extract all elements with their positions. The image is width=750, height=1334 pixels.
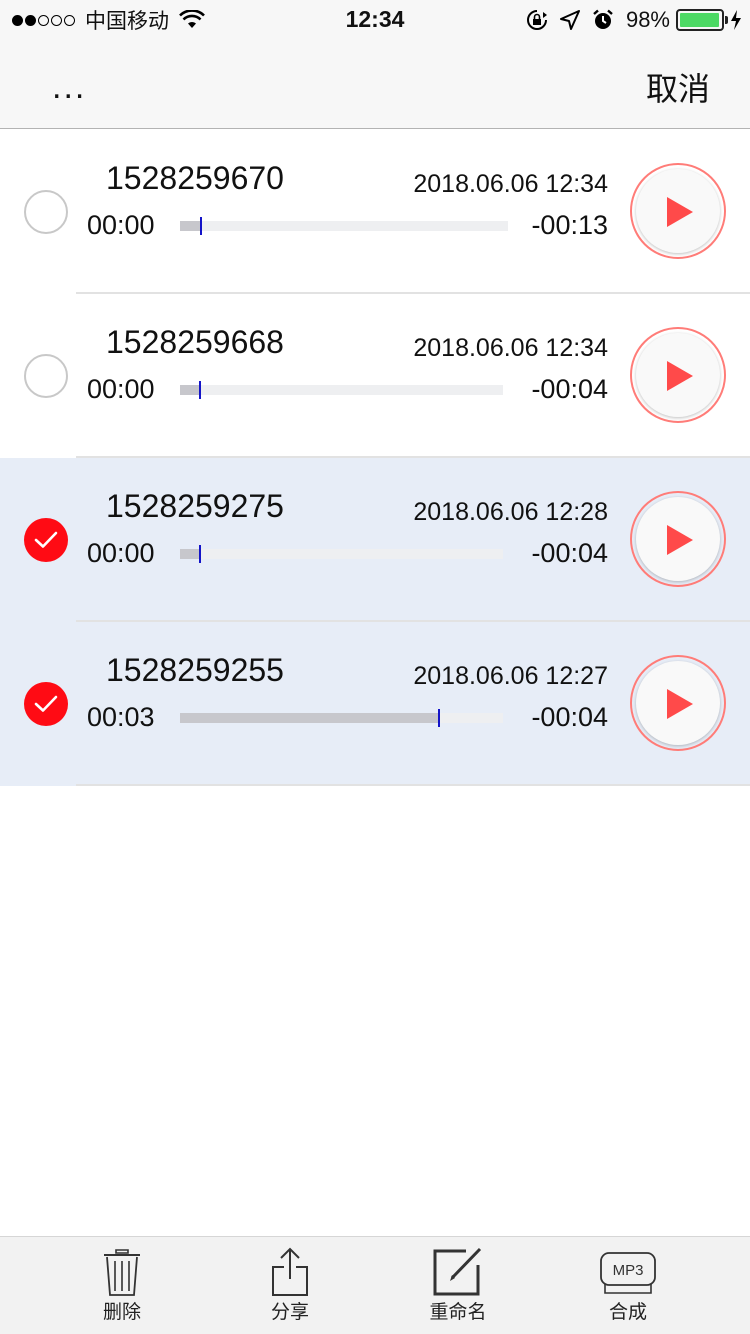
recording-row[interactable]: 1528259255 2018.06.06 12:27 00:03 -00:04 — [0, 622, 750, 786]
play-button[interactable] — [630, 655, 726, 751]
merge-label: 合成 — [608, 1301, 647, 1323]
recording-date: 2018.06.06 12:34 — [413, 170, 608, 198]
progress-slider[interactable] — [180, 381, 503, 399]
share-icon — [272, 1247, 308, 1296]
rename-label: 重命名 — [429, 1301, 487, 1323]
more-button[interactable]: ... — [52, 68, 86, 107]
rename-button[interactable]: 重命名 — [398, 1237, 518, 1334]
row-divider — [76, 784, 750, 786]
progress-knob[interactable] — [199, 545, 201, 563]
elapsed-time: 00:00 — [87, 210, 155, 240]
location-icon — [559, 10, 580, 30]
mp3-icon-text: MP3 — [613, 1262, 644, 1279]
play-icon — [667, 197, 693, 227]
action-toolbar: 删除 分享 重命名 MP3 合成 — [0, 1236, 750, 1334]
battery-percent: 98% — [625, 7, 670, 32]
recording-name: 1528259275 — [106, 488, 284, 524]
play-icon — [667, 361, 693, 391]
progress-fill — [180, 713, 438, 723]
trash-icon — [104, 1249, 140, 1296]
progress-slider[interactable] — [180, 709, 503, 727]
recording-date: 2018.06.06 12:28 — [413, 498, 608, 526]
select-checkbox[interactable] — [24, 190, 68, 234]
elapsed-time: 00:00 — [87, 538, 155, 568]
recording-name: 1528259255 — [106, 652, 284, 688]
progress-knob[interactable] — [200, 217, 202, 235]
play-button[interactable] — [630, 327, 726, 423]
delete-button[interactable]: 删除 — [62, 1237, 182, 1334]
elapsed-time: 00:03 — [87, 702, 155, 732]
status-bar: 中国移动 12:34 98% — [0, 0, 750, 40]
play-icon — [667, 525, 693, 555]
edit-icon — [433, 1247, 482, 1296]
elapsed-time: 00:00 — [87, 374, 155, 404]
progress-fill — [180, 385, 199, 395]
recording-name: 1528259668 — [106, 324, 284, 360]
select-checkbox[interactable] — [24, 682, 68, 726]
progress-fill — [180, 549, 199, 559]
charging-icon — [731, 10, 741, 30]
delete-label: 删除 — [102, 1301, 141, 1323]
remaining-time: -00:04 — [531, 374, 608, 404]
play-button[interactable] — [630, 163, 726, 259]
recording-list: 1528259670 2018.06.06 12:34 00:00 -00:13… — [0, 130, 750, 786]
rotation-lock-icon — [526, 10, 547, 30]
cancel-button[interactable]: 取消 — [646, 64, 710, 110]
play-icon — [667, 689, 693, 719]
merge-button[interactable]: MP3 合成 — [568, 1237, 688, 1334]
recording-row[interactable]: 1528259275 2018.06.06 12:28 00:00 -00:04 — [0, 458, 750, 622]
recording-row[interactable]: 1528259668 2018.06.06 12:34 00:00 -00:04 — [0, 294, 750, 458]
progress-fill — [180, 221, 200, 231]
select-checkbox[interactable] — [24, 354, 68, 398]
checkmark-icon — [34, 695, 58, 712]
recording-date: 2018.06.06 12:34 — [413, 334, 608, 362]
recording-row[interactable]: 1528259670 2018.06.06 12:34 00:00 -00:13 — [0, 130, 750, 294]
status-right: 98% — [526, 6, 742, 34]
remaining-time: -00:13 — [531, 210, 608, 240]
recording-name: 1528259670 — [106, 160, 284, 196]
share-button[interactable]: 分享 — [230, 1237, 350, 1334]
recording-date: 2018.06.06 12:27 — [413, 662, 608, 690]
progress-knob[interactable] — [438, 709, 440, 727]
progress-slider[interactable] — [180, 217, 508, 235]
remaining-time: -00:04 — [531, 538, 608, 568]
share-label: 分享 — [270, 1301, 309, 1323]
remaining-time: -00:04 — [531, 702, 608, 732]
progress-knob[interactable] — [199, 381, 201, 399]
play-button[interactable] — [630, 491, 726, 587]
nav-bar: ... 取消 — [0, 40, 750, 129]
alarm-icon — [593, 9, 613, 29]
mp3-icon: MP3 — [600, 1252, 656, 1294]
select-checkbox[interactable] — [24, 518, 68, 562]
progress-slider[interactable] — [180, 545, 503, 563]
battery-icon — [676, 9, 728, 31]
checkmark-icon — [34, 531, 58, 548]
